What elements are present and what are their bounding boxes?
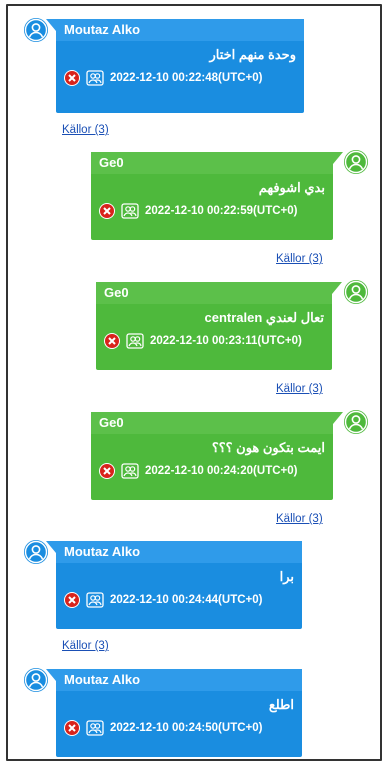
message-text: تعال لعندي centralen [204,310,325,325]
message-meta: 2022-12-10 00:24:20(UTC+0) [91,458,333,484]
delete-x-icon[interactable] [64,720,80,736]
message-incoming: Moutaz Alko برا 2022-12-10 00:24:44(UTC+… [8,536,378,664]
message-meta: 2022-12-10 00:23:11(UTC+0) [96,328,332,354]
chat-panel: Moutaz Alko وحدة منهم اختار 2022-12-10 0… [6,4,382,761]
delete-x-icon[interactable] [99,203,115,219]
message-text: برا [279,569,294,584]
group-icon[interactable] [121,203,139,219]
message-text: بدي اشوفهم [258,180,325,195]
timestamp: 2022-12-10 00:24:44(UTC+0) [110,594,263,606]
message-bubble[interactable]: Ge0 بدي اشوفهم 2022-12-10 00:22:59(UTC+0… [91,152,343,240]
message-incoming: Moutaz Alko اطلع 2022-12-10 00:24:50(UTC… [8,664,378,759]
group-icon[interactable] [86,592,104,608]
message-meta: 2022-12-10 00:24:44(UTC+0) [56,587,302,613]
message-outgoing: Ge0 تعال لعندي centralen 2022-12-10 00:2… [8,276,378,406]
sources-link[interactable]: Källor (3) [276,513,323,525]
message-meta: 2022-12-10 00:22:48(UTC+0) [56,65,304,91]
message-outgoing: Ge0 ايمت بتكون هون ؟؟؟ 2022-12-10 00:24:… [8,406,378,536]
message-text: وحدة منهم اختار [209,47,296,62]
timestamp: 2022-12-10 00:24:20(UTC+0) [145,465,298,477]
sender-name: Moutaz Alko [56,19,304,41]
message-bubble[interactable]: Moutaz Alko برا 2022-12-10 00:24:44(UTC+… [46,541,302,629]
user-avatar-icon[interactable] [24,540,48,564]
group-icon[interactable] [86,70,104,86]
sender-name: Ge0 [91,152,333,174]
sources-link[interactable]: Källor (3) [62,124,109,136]
delete-x-icon[interactable] [64,592,80,608]
user-avatar-icon[interactable] [344,410,368,434]
message-incoming: Moutaz Alko وحدة منهم اختار 2022-12-10 0… [8,6,378,146]
message-bubble[interactable]: Ge0 تعال لعندي centralen 2022-12-10 00:2… [96,282,342,370]
user-avatar-icon[interactable] [24,18,48,42]
group-icon[interactable] [126,333,144,349]
message-meta: 2022-12-10 00:24:50(UTC+0) [56,715,302,741]
sources-link[interactable]: Källor (3) [276,383,323,395]
delete-x-icon[interactable] [99,463,115,479]
sender-name: Moutaz Alko [56,541,302,563]
timestamp: 2022-12-10 00:23:11(UTC+0) [150,335,302,347]
message-bubble[interactable]: Moutaz Alko اطلع 2022-12-10 00:24:50(UTC… [46,669,302,757]
timestamp: 2022-12-10 00:22:59(UTC+0) [145,205,298,217]
group-icon[interactable] [86,720,104,736]
sources-link[interactable]: Källor (3) [276,253,323,265]
sender-name: Ge0 [96,282,332,304]
user-avatar-icon[interactable] [344,280,368,304]
message-outgoing: Ge0 بدي اشوفهم 2022-12-10 00:22:59(UTC+0… [8,146,378,276]
group-icon[interactable] [121,463,139,479]
timestamp: 2022-12-10 00:22:48(UTC+0) [110,72,263,84]
sender-name: Ge0 [91,412,333,434]
message-bubble[interactable]: Moutaz Alko وحدة منهم اختار 2022-12-10 0… [46,19,304,113]
message-text: ايمت بتكون هون ؟؟؟ [211,440,325,455]
message-meta: 2022-12-10 00:22:59(UTC+0) [91,198,333,224]
sender-name: Moutaz Alko [56,669,302,691]
timestamp: 2022-12-10 00:24:50(UTC+0) [110,722,263,734]
delete-x-icon[interactable] [64,70,80,86]
user-avatar-icon[interactable] [344,150,368,174]
message-bubble[interactable]: Ge0 ايمت بتكون هون ؟؟؟ 2022-12-10 00:24:… [91,412,343,500]
delete-x-icon[interactable] [104,333,120,349]
sources-link[interactable]: Källor (3) [62,640,109,652]
message-text: اطلع [268,697,294,712]
user-avatar-icon[interactable] [24,668,48,692]
